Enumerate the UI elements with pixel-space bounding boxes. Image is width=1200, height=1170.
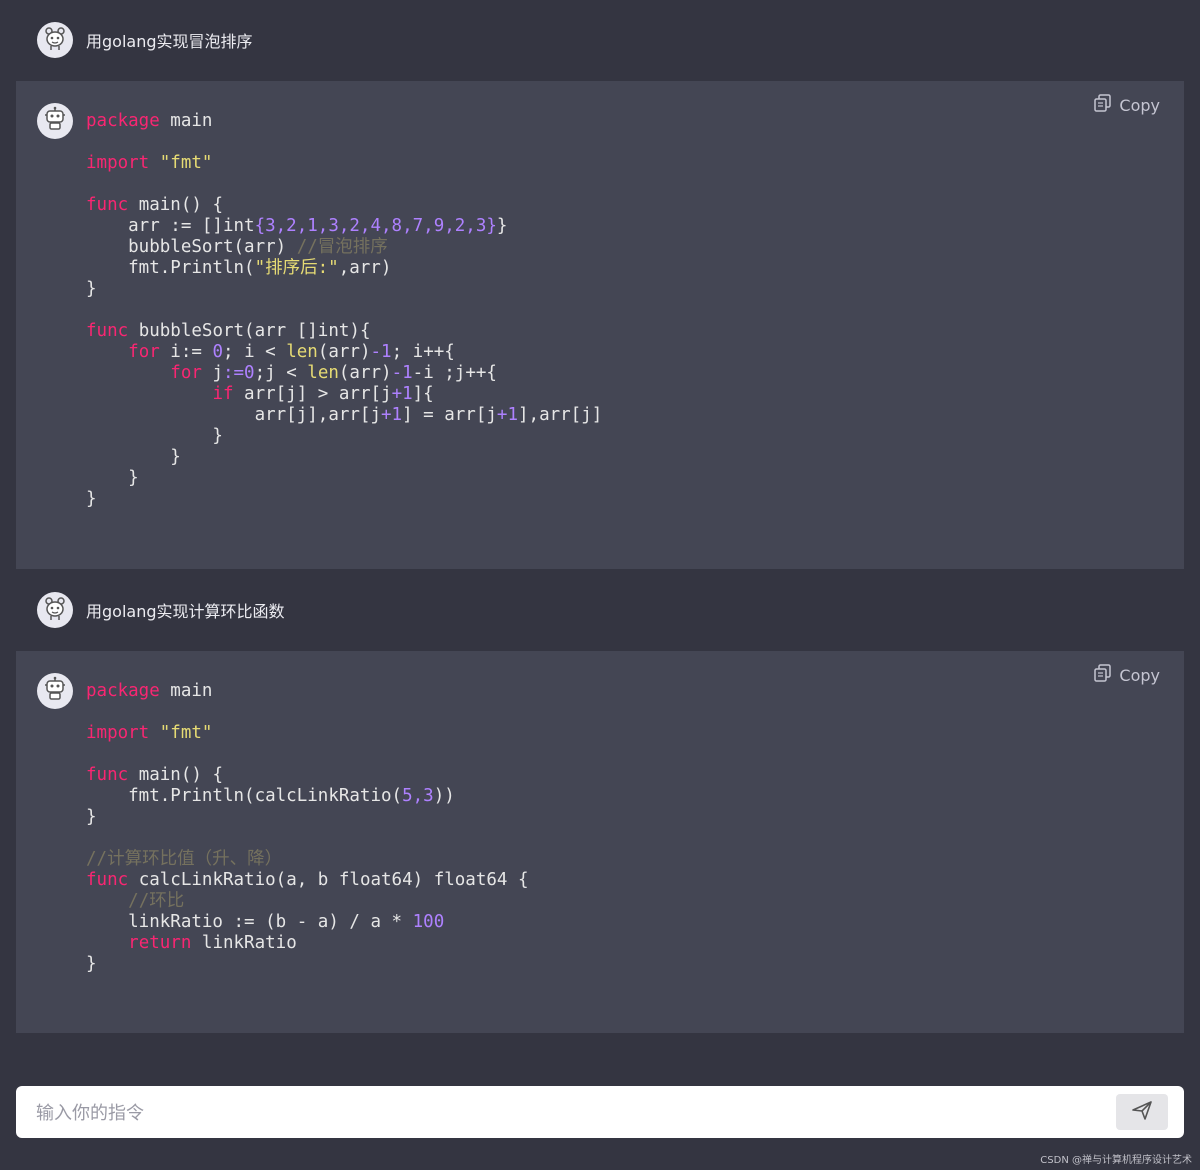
code-token: import	[86, 153, 150, 173]
robot-face-icon	[42, 25, 68, 55]
code-token: package	[86, 681, 160, 701]
code-token: arr := []int	[86, 216, 255, 236]
code-token: 0	[212, 342, 223, 362]
code-token: ] = arr[j	[402, 405, 497, 425]
code-token: }	[86, 447, 181, 467]
code-token: -1	[391, 363, 413, 383]
bot-avatar	[37, 673, 73, 709]
code-token: func	[86, 321, 129, 341]
code-token: (arr)	[338, 363, 392, 383]
code-token: ;j <	[254, 363, 308, 383]
code-token: main() {	[128, 195, 223, 215]
bot-avatar	[37, 103, 73, 139]
code-token: fmt.Println(calcLinkRatio(	[86, 786, 403, 806]
code-token: +1	[391, 384, 413, 404]
code-token: ; i++{	[391, 342, 455, 362]
code-token: ]{	[412, 384, 434, 404]
code-token: fmt.Println(	[86, 258, 255, 278]
code-token: ; i <	[223, 342, 287, 362]
code-token: }	[496, 216, 508, 236]
code-token: 100	[412, 912, 445, 932]
code-token: arr[j],arr[j	[86, 405, 382, 425]
code-token: i:=	[159, 342, 213, 362]
code-token: calcLinkRatio(a, b float64) float64 {	[128, 870, 529, 890]
code-token: j	[201, 363, 223, 383]
user-message-2: 用golang实现计算环比函数	[16, 570, 1184, 650]
code-block: package main import "fmt" func main() { …	[86, 681, 529, 975]
code-token: main	[159, 111, 213, 131]
code-token: :=0	[222, 363, 255, 383]
code-token: //环比	[128, 891, 185, 911]
copy-label: Copy	[1119, 95, 1160, 115]
code-token: package	[86, 111, 160, 131]
copy-button[interactable]: Copy	[1093, 663, 1160, 687]
code-token: "fmt"	[159, 153, 213, 173]
code-token: main() {	[128, 765, 223, 785]
code-token: len	[307, 363, 339, 383]
code-token: ))	[433, 786, 455, 806]
user-avatar	[37, 22, 73, 58]
code-token: "排序后:"	[254, 258, 339, 278]
send-icon	[1131, 1099, 1153, 1125]
watermark: CSDN @禅与计算机程序设计艺术	[1040, 1155, 1192, 1166]
code-block: package main import "fmt" func main() { …	[86, 111, 602, 510]
bot-message-2: Copy package main import "fmt" func main…	[16, 651, 1184, 1033]
copy-icon	[1093, 93, 1113, 117]
copy-label: Copy	[1119, 665, 1160, 685]
code-token: }	[86, 954, 97, 974]
robot-face-icon	[42, 595, 68, 625]
code-token: main	[159, 681, 213, 701]
send-button[interactable]	[1116, 1094, 1168, 1130]
robot-icon	[42, 676, 68, 706]
code-token: }	[86, 279, 97, 299]
user-avatar	[37, 592, 73, 628]
user-message-1: 用golang实现冒泡排序	[16, 0, 1184, 80]
code-token: bubbleSort(arr []int){	[128, 321, 371, 341]
code-token: if	[212, 384, 234, 404]
code-token: //计算环比值（升、降）	[86, 849, 283, 869]
code-token: {3,2,1,3,2,4,8,7,9,2,3}	[254, 216, 497, 236]
code-token: 5,3	[402, 786, 434, 806]
copy-button[interactable]: Copy	[1093, 93, 1160, 117]
code-token: +1	[496, 405, 518, 425]
code-token: return	[128, 933, 192, 953]
prompt-bar	[16, 1086, 1184, 1140]
code-token: len	[286, 342, 318, 362]
code-token: }	[86, 468, 139, 488]
robot-icon	[42, 106, 68, 136]
code-token: -1	[370, 342, 392, 362]
code-token: arr[j] > arr[j	[233, 384, 392, 404]
code-token: func	[86, 195, 129, 215]
code-token: (arr)	[317, 342, 371, 362]
prompt-input[interactable]	[34, 1086, 1118, 1140]
code-token: bubbleSort(arr)	[86, 237, 297, 257]
code-token: }	[86, 807, 97, 827]
code-token: }	[86, 489, 97, 509]
code-token: ],arr[j]	[518, 405, 603, 425]
code-token: linkRatio	[191, 933, 297, 953]
code-token: linkRatio := (b - a) / a *	[86, 912, 413, 932]
code-token: "fmt"	[159, 723, 213, 743]
code-token: func	[86, 765, 129, 785]
code-token: ,arr)	[338, 258, 392, 278]
user-prompt-text: 用golang实现冒泡排序	[86, 32, 253, 51]
user-prompt-text: 用golang实现计算环比函数	[86, 602, 285, 621]
code-token: func	[86, 870, 129, 890]
bot-message-1: Copy package main import "fmt" func main…	[16, 81, 1184, 569]
code-token: //冒泡排序	[296, 237, 388, 257]
code-token: }	[86, 426, 223, 446]
code-token: -i ;j++{	[412, 363, 497, 383]
copy-icon	[1093, 663, 1113, 687]
code-token: +1	[381, 405, 403, 425]
code-token: for	[128, 342, 160, 362]
code-token: for	[170, 363, 202, 383]
code-token: import	[86, 723, 150, 743]
